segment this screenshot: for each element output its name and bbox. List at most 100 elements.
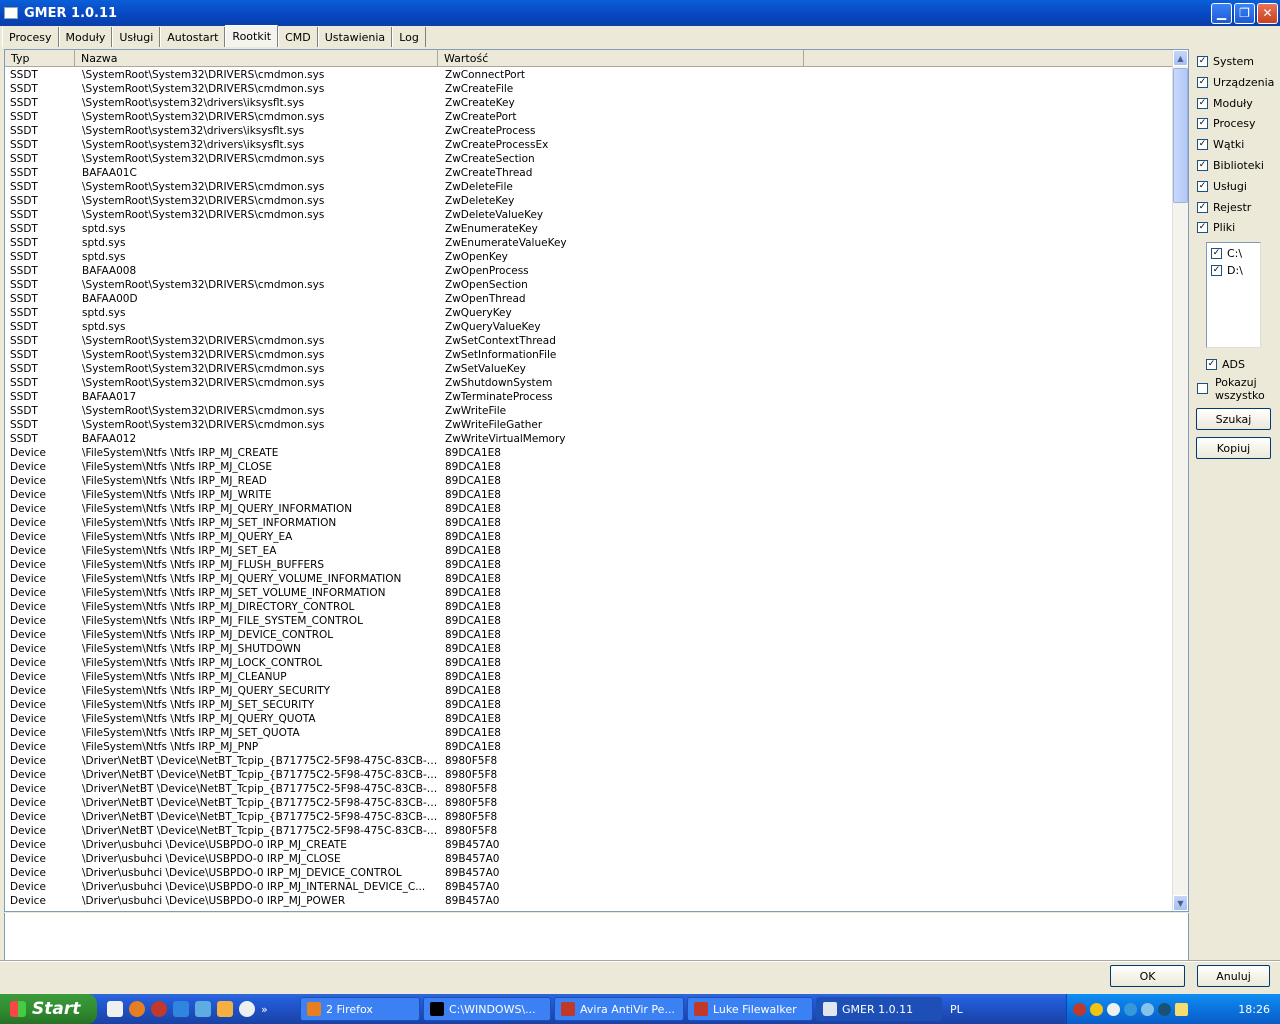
table-row[interactable]: SSDT BAFAA012 ZwWriteVirtualMemory: [5, 432, 1173, 446]
table-row[interactable]: Device \FileSystem\Ntfs \Ntfs IRP_MJ_LOCK…: [5, 656, 1173, 670]
maximize-button[interactable]: ❐: [1234, 2, 1255, 24]
language-indicator[interactable]: PL: [950, 1003, 963, 1016]
tab-modu-y[interactable]: Moduły: [58, 27, 113, 47]
taskbar-button[interactable]: Avira AntiVir Pe...: [554, 997, 684, 1021]
table-row[interactable]: SSDT \SystemRoot\System32\DRIVERS\cmdmon.…: [5, 362, 1173, 376]
ads-check-icon[interactable]: ✓: [1206, 359, 1217, 370]
minimize-button[interactable]: ▁: [1211, 2, 1232, 24]
table-row[interactable]: SSDT \SystemRoot\System32\DRIVERS\cmdmon.…: [5, 278, 1173, 292]
scroll-down-icon[interactable]: ▼: [1173, 895, 1188, 911]
option-5-checkbox[interactable]: ✓ Biblioteki: [1197, 159, 1264, 172]
vertical-scrollbar[interactable]: ▲ ▼: [1172, 50, 1188, 911]
column-header-value[interactable]: Wartość: [438, 50, 804, 66]
table-row[interactable]: Device \FileSystem\Ntfs \Ntfs IRP_MJ_FLUS…: [5, 558, 1173, 572]
tab-cmd[interactable]: CMD: [278, 27, 318, 47]
taskbar-button[interactable]: C:\WINDOWS\...: [423, 997, 551, 1021]
table-row[interactable]: Device \FileSystem\Ntfs \Ntfs IRP_MJ_PNP 8…: [5, 740, 1173, 754]
speaker-icon[interactable]: [1175, 1002, 1188, 1016]
table-row[interactable]: SSDT \SystemRoot\System32\DRIVERS\cmdmon.…: [5, 180, 1173, 194]
table-row[interactable]: SSDT \SystemRoot\System32\DRIVERS\cmdmon.…: [5, 334, 1173, 348]
table-row[interactable]: Device \FileSystem\Ntfs \Ntfs IRP_MJ_CLOS…: [5, 460, 1173, 474]
table-row[interactable]: Device \FileSystem\Ntfs \Ntfs IRP_MJ_SET_…: [5, 544, 1173, 558]
title-bar[interactable]: GMER 1.0.11 ▁ ❐ ✕: [0, 0, 1280, 26]
checkbox-icon[interactable]: ✓: [1211, 247, 1222, 259]
checkbox-icon[interactable]: ✓: [1211, 264, 1222, 276]
checkbox-icon[interactable]: ✓: [1197, 222, 1208, 234]
checkbox-icon[interactable]: ✓: [1197, 160, 1208, 171]
results-list[interactable]: Typ Nazwa Wartość SSDT \SystemRoot\System…: [4, 49, 1189, 912]
option-0-checkbox[interactable]: ✓ System: [1197, 55, 1254, 68]
table-row[interactable]: Device \Driver\usbuhci \Device\USBPDO-0 I…: [5, 852, 1173, 866]
table-row[interactable]: SSDT \SystemRoot\System32\DRIVERS\cmdmon.…: [5, 404, 1173, 418]
taskbar-button[interactable]: GMER 1.0.11: [816, 997, 942, 1021]
table-row[interactable]: Device \Driver\usbuhci \Device\USBPDO-0 I…: [5, 880, 1173, 894]
table-row[interactable]: SSDT sptd.sys ZwEnumerateKey: [5, 222, 1173, 236]
table-row[interactable]: SSDT BAFAA01C ZwCreateThread: [5, 166, 1173, 180]
option-8-checkbox[interactable]: ✓ Pliki: [1197, 221, 1235, 234]
close-button[interactable]: ✕: [1257, 2, 1278, 24]
table-row[interactable]: SSDT \SystemRoot\System32\DRIVERS\cmdmon.…: [5, 418, 1173, 432]
tab-ustawienia[interactable]: Ustawienia: [317, 27, 393, 47]
table-row[interactable]: SSDT sptd.sys ZwEnumerateValueKey: [5, 236, 1173, 250]
table-row[interactable]: SSDT \SystemRoot\System32\DRIVERS\cmdmon.…: [5, 82, 1173, 96]
table-row[interactable]: Device \FileSystem\Ntfs \Ntfs IRP_MJ_QUER…: [5, 684, 1173, 698]
option-3-checkbox[interactable]: ✓ Procesy: [1197, 117, 1256, 130]
table-row[interactable]: Device \FileSystem\Ntfs \Ntfs IRP_MJ_DIRE…: [5, 600, 1173, 614]
table-row[interactable]: SSDT \SystemRoot\System32\DRIVERS\cmdmon.…: [5, 152, 1173, 166]
opera-icon[interactable]: [151, 1001, 167, 1017]
option-2-checkbox[interactable]: ✓ Moduły: [1197, 97, 1253, 110]
tab-us-ugi[interactable]: Usługi: [112, 27, 161, 47]
clock[interactable]: 18:26: [1238, 1003, 1270, 1016]
table-row[interactable]: Device \FileSystem\Ntfs \Ntfs IRP_MJ_SET_…: [5, 698, 1173, 712]
table-row[interactable]: Device \Driver\NetBT \Device\NetBT_Tcpip_…: [5, 810, 1173, 824]
checkbox-icon[interactable]: ✓: [1197, 139, 1208, 151]
checkbox-icon[interactable]: ✓: [1197, 201, 1208, 213]
shield-icon[interactable]: [1090, 1002, 1103, 1016]
table-row[interactable]: Device \FileSystem\Ntfs \Ntfs IRP_MJ_DEVI…: [5, 628, 1173, 642]
show-all-checkbox[interactable]: Pokazuj wszystko: [1197, 376, 1265, 402]
table-row[interactable]: Device \Driver\NetBT \Device\NetBT_Tcpip_…: [5, 768, 1173, 782]
column-header-type[interactable]: Typ: [5, 50, 75, 66]
search-button[interactable]: Szukaj: [1196, 408, 1271, 430]
table-row[interactable]: SSDT sptd.sys ZwOpenKey: [5, 250, 1173, 264]
table-row[interactable]: Device \Driver\usbuhci \Device\USBPDO-0 I…: [5, 894, 1173, 908]
quick-launch-expand-icon[interactable]: »: [261, 1003, 268, 1016]
drive-item[interactable]: ✓ C:\: [1211, 246, 1260, 260]
copy-button[interactable]: Kopiuj: [1196, 437, 1271, 459]
drive-item[interactable]: ✓ D:\: [1211, 263, 1260, 277]
table-row[interactable]: SSDT BAFAA008 ZwOpenProcess: [5, 264, 1173, 278]
table-row[interactable]: SSDT \SystemRoot\system32\drivers\iksysfl…: [5, 96, 1173, 110]
table-row[interactable]: Device \FileSystem\Ntfs \Ntfs IRP_MJ_SET_…: [5, 586, 1173, 600]
checkbox-icon[interactable]: ✓: [1197, 76, 1208, 88]
table-row[interactable]: Device \FileSystem\Ntfs \Ntfs IRP_MJ_SET_…: [5, 726, 1173, 740]
table-row[interactable]: Device \FileSystem\Ntfs \Ntfs IRP_MJ_CREA…: [5, 446, 1173, 460]
winamp-icon[interactable]: [217, 1001, 233, 1017]
column-header-name[interactable]: Nazwa: [75, 50, 438, 66]
tab-log[interactable]: Log: [392, 27, 426, 47]
ads-checkbox[interactable]: ✓ ADS: [1206, 358, 1245, 371]
ie-icon[interactable]: [173, 1001, 189, 1017]
table-row[interactable]: Device \Driver\usbuhci \Device\USBPDO-0 I…: [5, 866, 1173, 880]
show-all-check-icon[interactable]: [1197, 383, 1208, 394]
checkbox-icon[interactable]: ✓: [1197, 97, 1208, 109]
table-row[interactable]: SSDT \SystemRoot\System32\DRIVERS\cmdmon.…: [5, 348, 1173, 362]
table-row[interactable]: SSDT \SystemRoot\system32\drivers\iksysfl…: [5, 124, 1173, 138]
table-row[interactable]: SSDT \SystemRoot\System32\DRIVERS\cmdmon.…: [5, 208, 1173, 222]
table-row[interactable]: SSDT BAFAA00D ZwOpenThread: [5, 292, 1173, 306]
firefox-icon[interactable]: [129, 1001, 145, 1017]
option-1-checkbox[interactable]: ✓ Urządzenia: [1197, 76, 1274, 89]
scroll-up-icon[interactable]: ▲: [1173, 50, 1188, 66]
table-row[interactable]: Device \FileSystem\Ntfs \Ntfs IRP_MJ_CLEA…: [5, 670, 1173, 684]
table-row[interactable]: Device \FileSystem\Ntfs \Ntfs IRP_MJ_SHUT…: [5, 642, 1173, 656]
checkbox-icon[interactable]: ✓: [1197, 56, 1208, 67]
table-row[interactable]: Device \Driver\NetBT \Device\NetBT_Tcpip_…: [5, 824, 1173, 838]
show-desktop-icon[interactable]: [107, 1001, 123, 1017]
cancel-button[interactable]: Anuluj: [1197, 965, 1270, 987]
avira-tray-icon[interactable]: [1073, 1002, 1086, 1016]
table-row[interactable]: Device \FileSystem\Ntfs \Ntfs IRP_MJ_QUER…: [5, 572, 1173, 586]
globe-icon[interactable]: [1158, 1002, 1171, 1016]
table-row[interactable]: SSDT \SystemRoot\System32\DRIVERS\cmdmon.…: [5, 110, 1173, 124]
option-6-checkbox[interactable]: ✓ Usługi: [1197, 180, 1247, 193]
option-7-checkbox[interactable]: ✓ Rejestr: [1197, 201, 1251, 214]
table-row[interactable]: SSDT \SystemRoot\System32\DRIVERS\cmdmon.…: [5, 194, 1173, 208]
